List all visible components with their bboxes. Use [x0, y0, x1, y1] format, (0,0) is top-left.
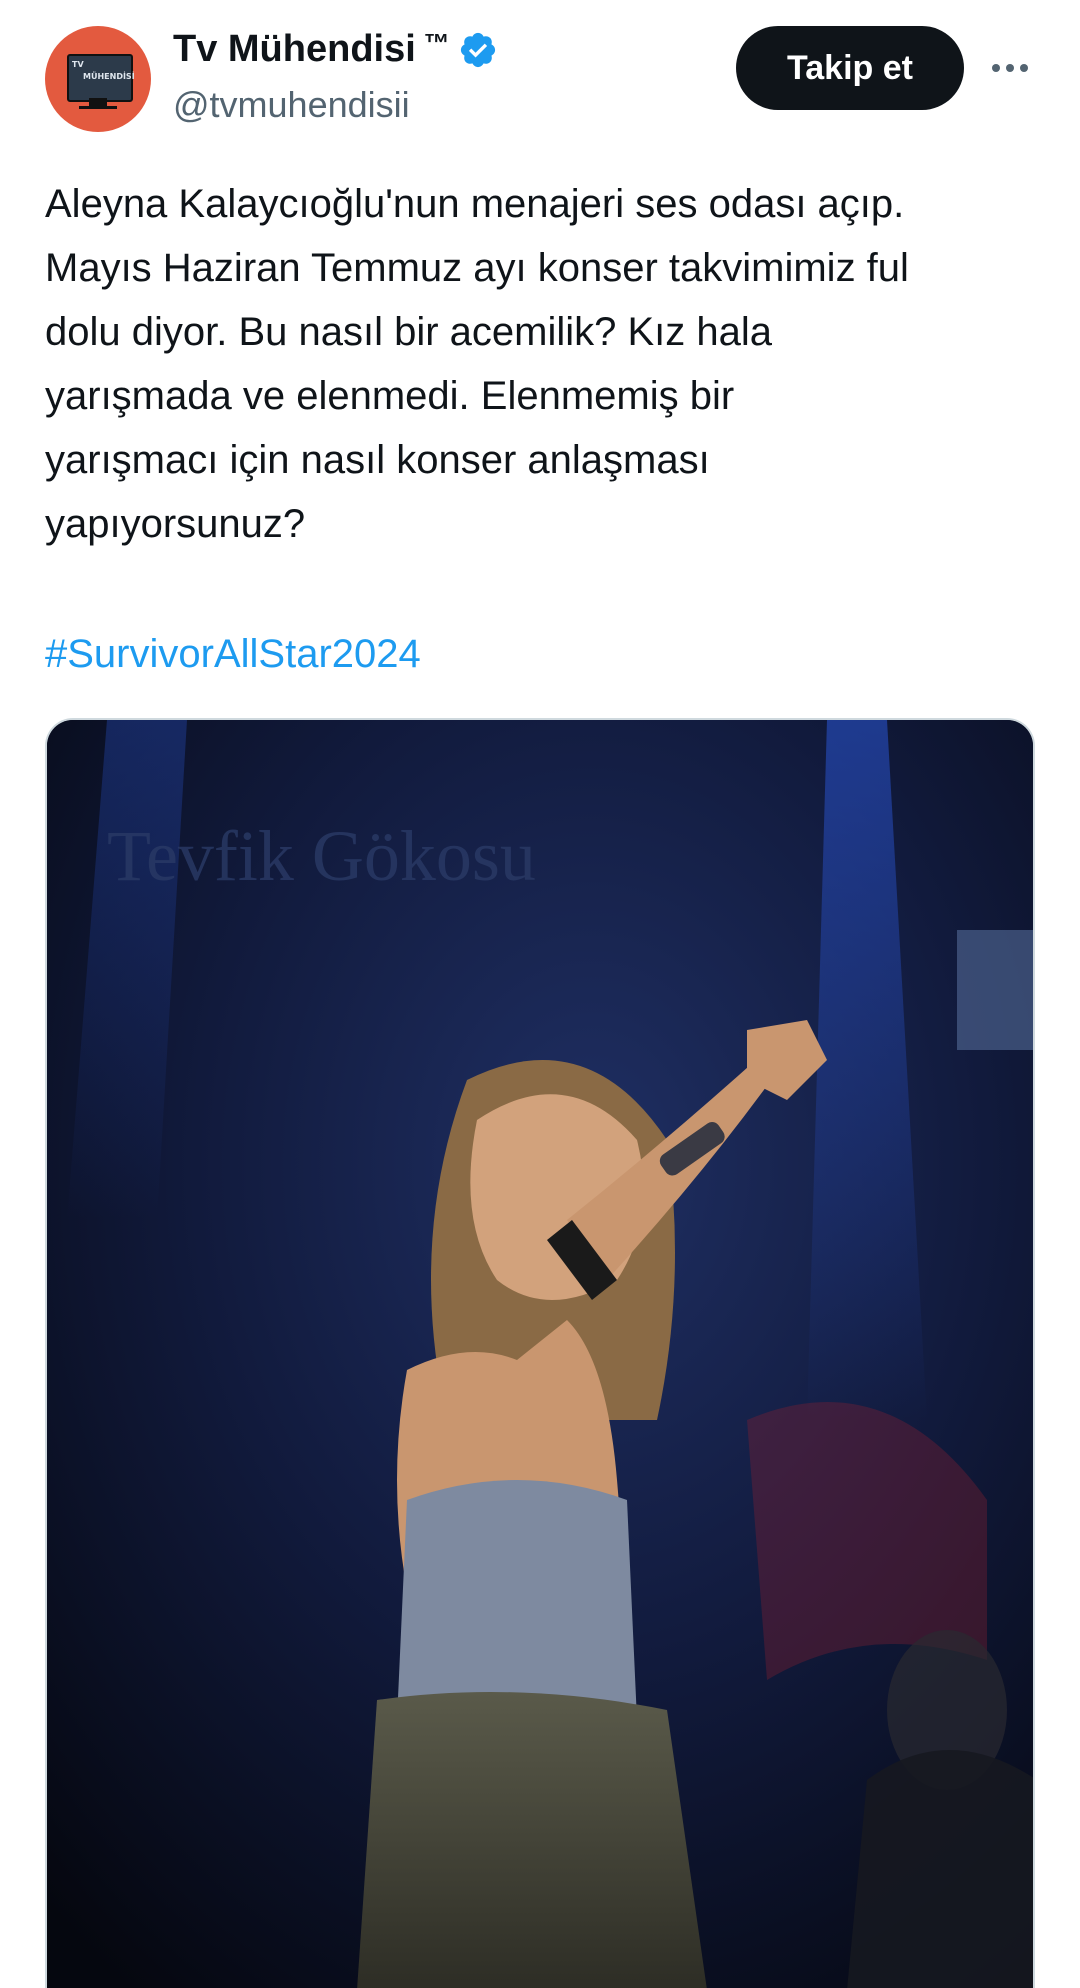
- tweet-line: Aleyna Kalaycıoğlu'nun menajeri ses odas…: [45, 182, 905, 226]
- tv-logo-icon: TV MÜHENDİSİ: [67, 54, 135, 102]
- more-horizontal-icon[interactable]: [985, 50, 1035, 86]
- avatar-text-tv: TV: [72, 60, 84, 69]
- avatar-text-brand: MÜHENDİSİ: [83, 72, 135, 81]
- more-dot: [1020, 64, 1028, 72]
- verified-badge-icon: [460, 32, 495, 67]
- tweet-line: Mayıs Haziran Temmuz ayı konser takvimim…: [45, 246, 909, 290]
- tweet-text: Aleyna Kalaycıoğlu'nun menajeri ses odas…: [45, 172, 1045, 556]
- follow-button[interactable]: Takip et: [736, 26, 964, 110]
- concert-photo: Tevfik Gökosu: [47, 720, 1033, 1988]
- tweet-line: yarışmacı için nasıl konser anlaşması: [45, 438, 710, 482]
- tweet-line: dolu diyor. Bu nasıl bir acemilik? Kız h…: [45, 310, 773, 354]
- trademark-symbol: ™: [423, 28, 450, 58]
- tv-base: [79, 106, 117, 109]
- author-handle[interactable]: @tvmuhendisii: [173, 84, 410, 126]
- hashtag-link[interactable]: #SurvivorAllStar2024: [45, 622, 421, 686]
- stage-backdrop-text: Tevfik Gökosu: [107, 816, 536, 896]
- author-name[interactable]: Tv Mühendisi ™: [173, 28, 498, 71]
- tweet-media-photo[interactable]: Tevfik Gökosu: [45, 718, 1035, 1988]
- author-display-name: Tv Mühendisi: [173, 28, 416, 70]
- tweet-line: yapıyorsunuz?: [45, 502, 306, 546]
- tv-stand: [89, 98, 107, 106]
- more-dot: [1006, 64, 1014, 72]
- tweet-line: yarışmada ve elenmedi. Elenmemiş bir: [45, 374, 735, 418]
- avatar[interactable]: TV MÜHENDİSİ: [45, 26, 151, 132]
- more-dot: [992, 64, 1000, 72]
